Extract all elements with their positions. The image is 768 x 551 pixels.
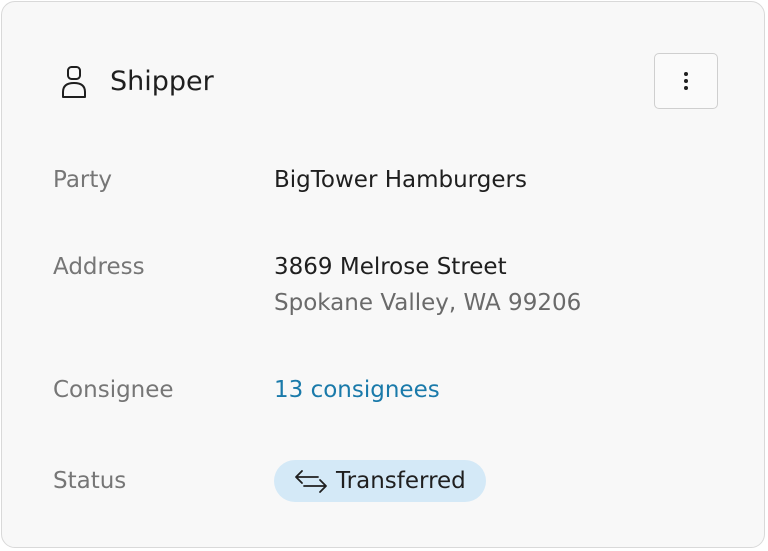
more-vertical-icon xyxy=(684,72,688,90)
status-badge-label: Transferred xyxy=(336,468,466,494)
card-title: Shipper xyxy=(110,66,214,97)
person-icon xyxy=(62,66,86,98)
address-line-1: 3869 Melrose Street xyxy=(274,254,507,280)
party-label: Party xyxy=(53,167,113,193)
consignee-label: Consignee xyxy=(53,377,174,403)
status-badge: Transferred xyxy=(274,460,486,502)
address-label: Address xyxy=(53,254,145,280)
more-options-button[interactable] xyxy=(654,53,718,109)
shipper-card: Shipper Party BigTower Hamburgers Addres… xyxy=(1,1,765,548)
status-label: Status xyxy=(53,468,127,494)
party-value: BigTower Hamburgers xyxy=(274,167,527,193)
transfer-arrows-icon xyxy=(295,470,327,493)
address-line-2: Spokane Valley, WA 99206 xyxy=(274,290,582,316)
consignees-link[interactable]: 13 consignees xyxy=(274,375,440,405)
